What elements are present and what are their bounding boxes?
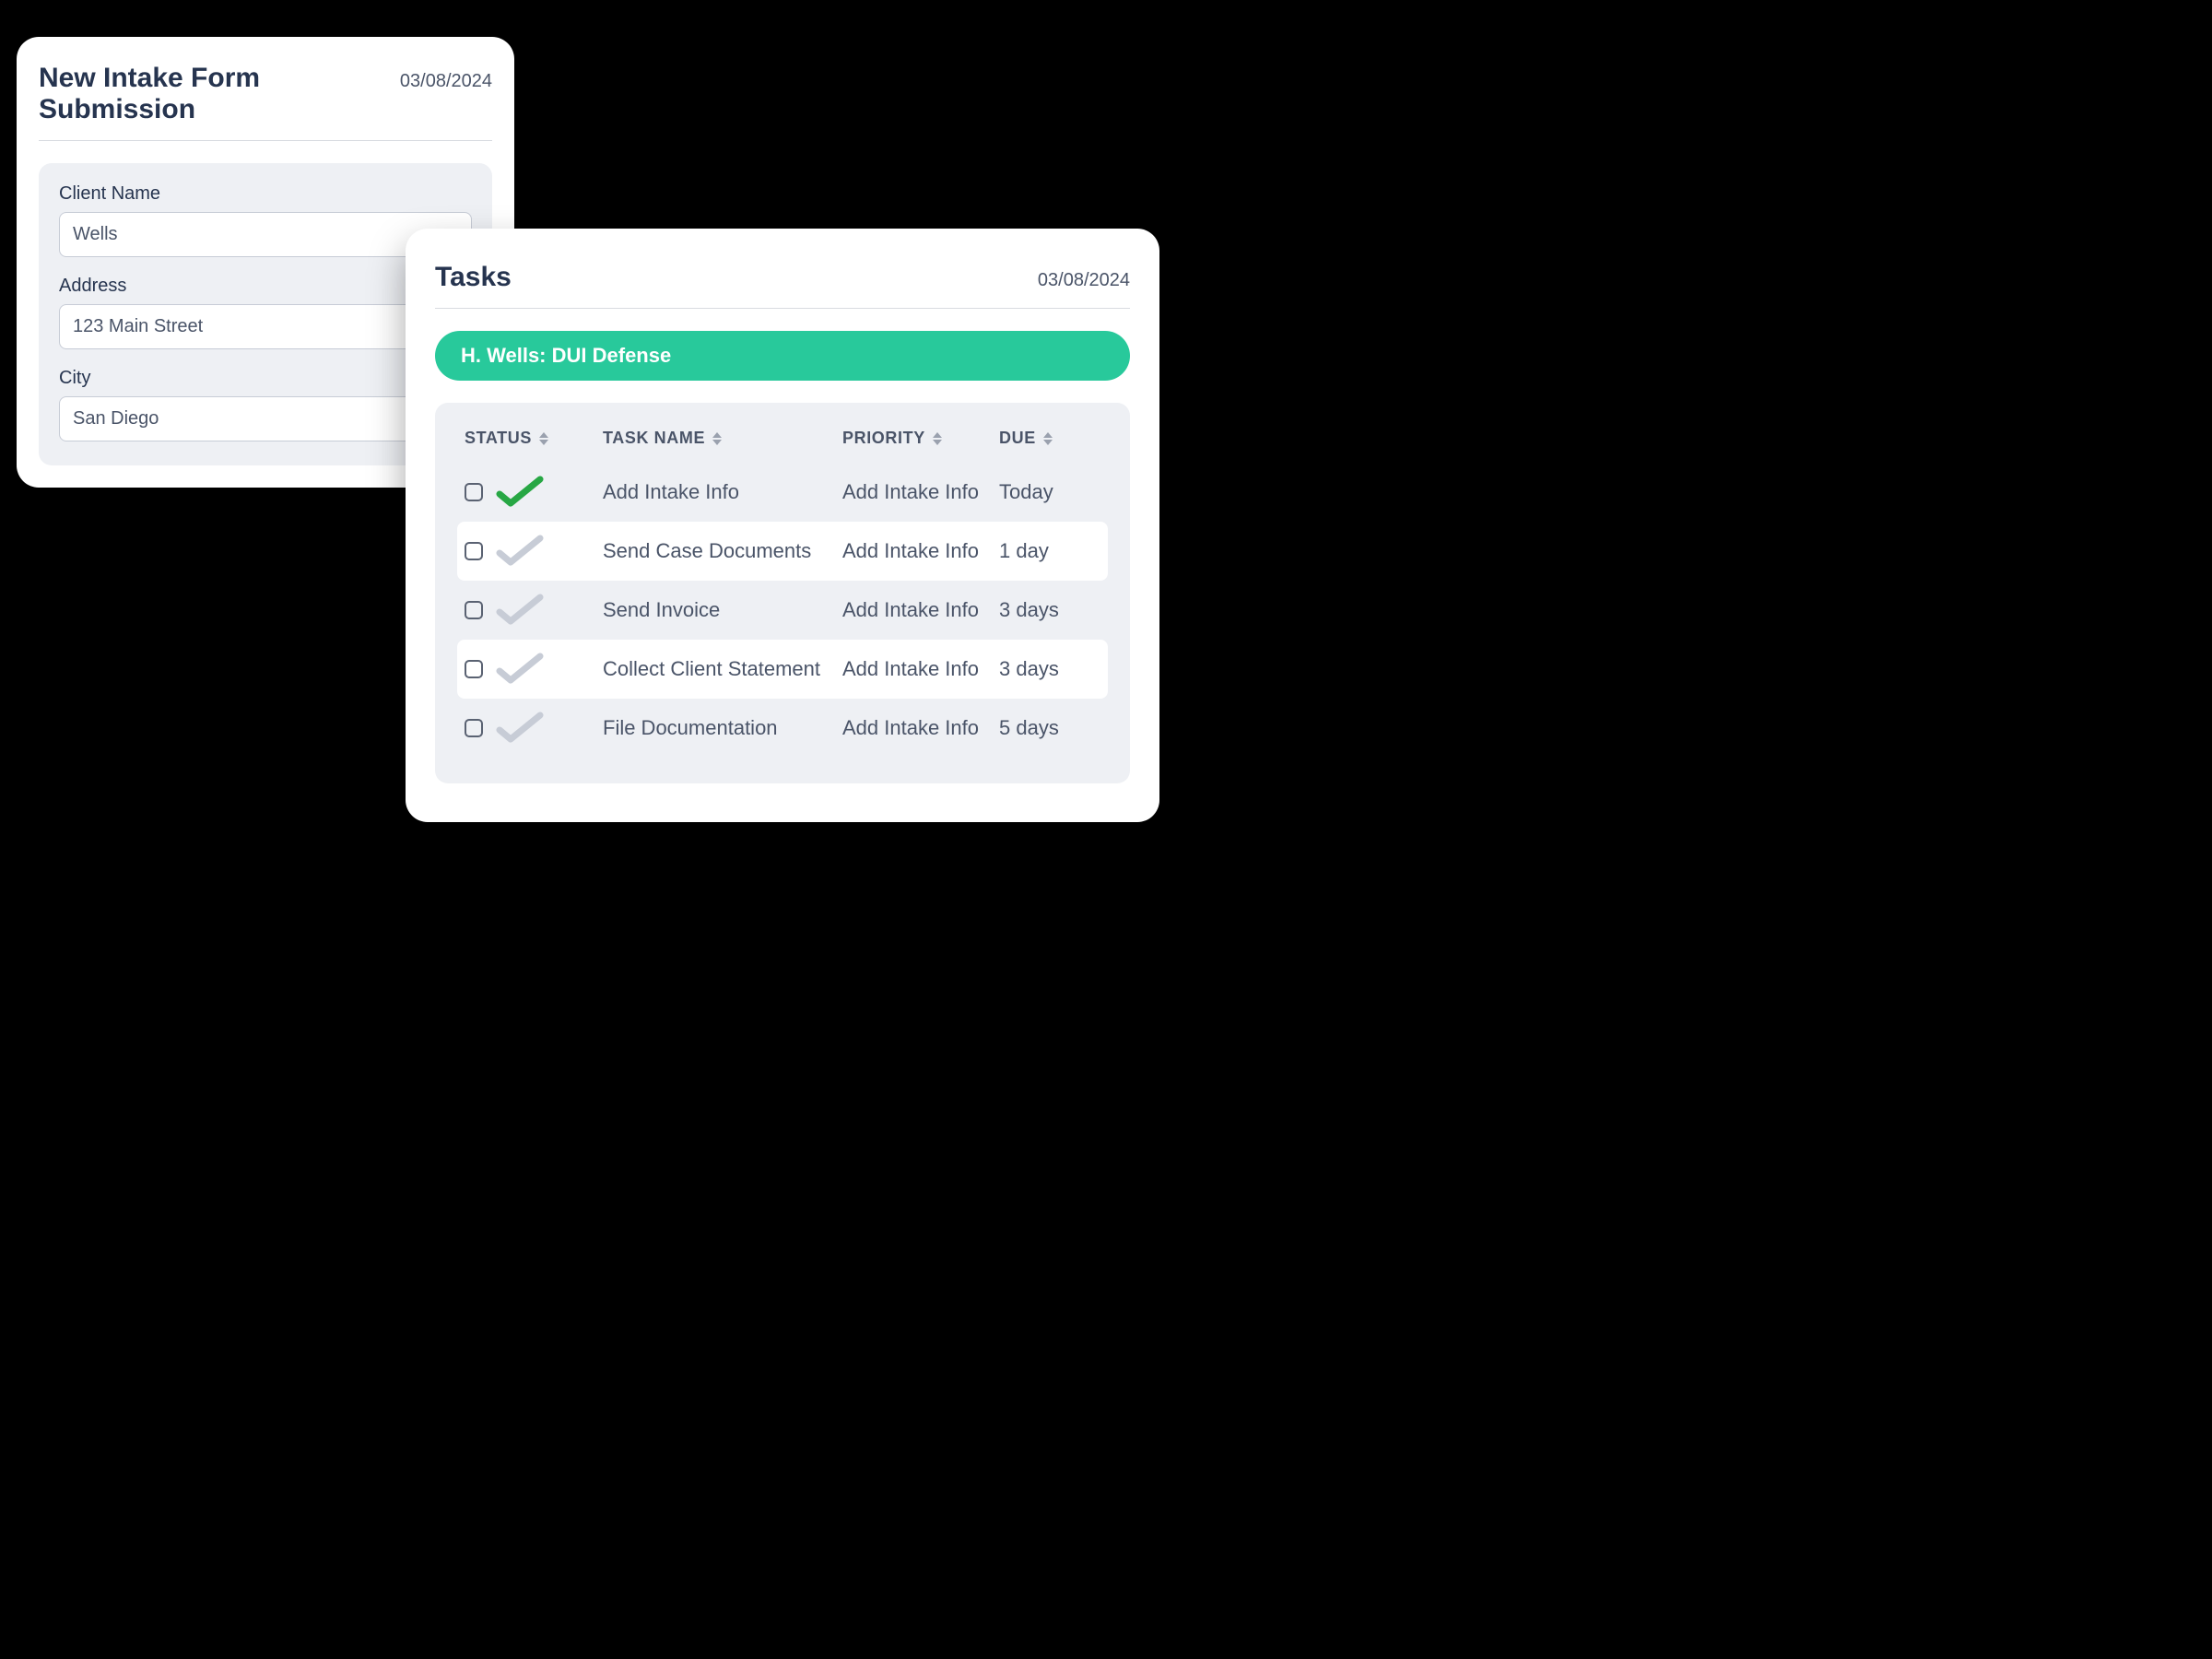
- col-priority-label: PRIORITY: [842, 429, 925, 448]
- table-header-row: STATUS TASK NAME PRIORITY: [457, 425, 1108, 463]
- check-pending-icon[interactable]: [496, 653, 544, 686]
- tasks-table: STATUS TASK NAME PRIORITY: [435, 403, 1130, 783]
- status-cell: [465, 535, 603, 568]
- table-row: Collect Client StatementAdd Intake Info3…: [457, 640, 1108, 699]
- col-task-name[interactable]: TASK NAME: [603, 429, 842, 448]
- row-checkbox[interactable]: [465, 719, 483, 737]
- col-task-name-label: TASK NAME: [603, 429, 705, 448]
- task-name-cell: Add Intake Info: [603, 480, 842, 504]
- priority-cell: Add Intake Info: [842, 480, 999, 504]
- sort-icon: [1043, 432, 1053, 445]
- task-name-cell: Send Invoice: [603, 598, 842, 622]
- table-row: Send Case DocumentsAdd Intake Info1 day: [457, 522, 1108, 581]
- intake-title: New Intake Form Submission: [39, 63, 400, 125]
- col-due[interactable]: DUE: [999, 429, 1100, 448]
- due-cell: 3 days: [999, 598, 1100, 622]
- intake-date: 03/08/2024: [400, 71, 492, 92]
- tasks-header: Tasks 03/08/2024: [435, 262, 1130, 309]
- status-cell: [465, 653, 603, 686]
- priority-cell: Add Intake Info: [842, 716, 999, 740]
- table-row: File DocumentationAdd Intake Info5 days: [457, 699, 1108, 758]
- task-name-cell: Send Case Documents: [603, 539, 842, 563]
- table-row: Add Intake InfoAdd Intake InfoToday: [457, 463, 1108, 522]
- sort-icon: [539, 432, 548, 445]
- row-checkbox[interactable]: [465, 483, 483, 501]
- status-cell: [465, 594, 603, 627]
- row-checkbox[interactable]: [465, 601, 483, 619]
- tasks-card: Tasks 03/08/2024 H. Wells: DUI Defense S…: [406, 229, 1159, 822]
- status-cell: [465, 712, 603, 745]
- status-cell: [465, 476, 603, 509]
- priority-cell: Add Intake Info: [842, 539, 999, 563]
- case-pill[interactable]: H. Wells: DUI Defense: [435, 331, 1130, 381]
- col-priority[interactable]: PRIORITY: [842, 429, 999, 448]
- table-row: Send InvoiceAdd Intake Info3 days: [457, 581, 1108, 640]
- tasks-title: Tasks: [435, 262, 512, 293]
- col-due-label: DUE: [999, 429, 1036, 448]
- row-checkbox[interactable]: [465, 542, 483, 560]
- check-pending-icon[interactable]: [496, 594, 544, 627]
- col-status[interactable]: STATUS: [465, 429, 603, 448]
- priority-cell: Add Intake Info: [842, 598, 999, 622]
- check-pending-icon[interactable]: [496, 712, 544, 745]
- due-cell: 5 days: [999, 716, 1100, 740]
- intake-header: New Intake Form Submission 03/08/2024: [39, 63, 492, 141]
- due-cell: 1 day: [999, 539, 1100, 563]
- sort-icon: [712, 432, 722, 445]
- tasks-date: 03/08/2024: [1038, 270, 1130, 291]
- task-name-cell: File Documentation: [603, 716, 842, 740]
- due-cell: Today: [999, 480, 1100, 504]
- row-checkbox[interactable]: [465, 660, 483, 678]
- priority-cell: Add Intake Info: [842, 657, 999, 681]
- col-status-label: STATUS: [465, 429, 532, 448]
- client-name-label: Client Name: [59, 183, 472, 205]
- sort-icon: [933, 432, 942, 445]
- check-pending-icon[interactable]: [496, 535, 544, 568]
- task-name-cell: Collect Client Statement: [603, 657, 842, 681]
- due-cell: 3 days: [999, 657, 1100, 681]
- check-done-icon[interactable]: [496, 476, 544, 509]
